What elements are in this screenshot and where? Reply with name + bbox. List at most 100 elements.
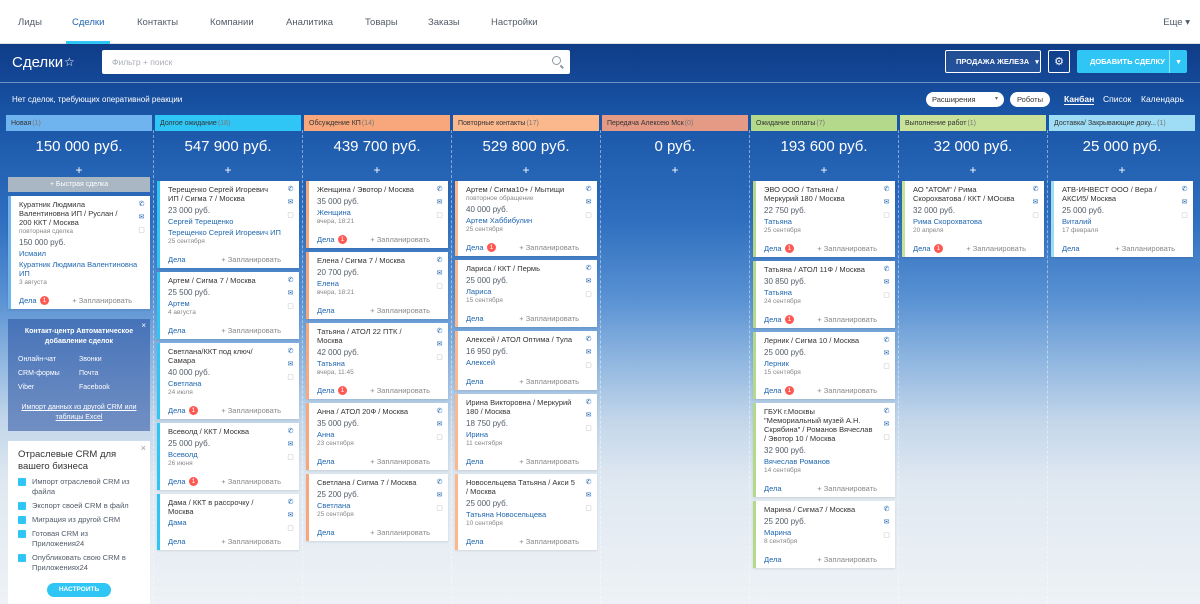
deal-card[interactable]: Светлана/ККТ под ключ/ Самара 40 000 руб.…	[157, 343, 299, 419]
phone-icon[interactable]: ✆	[1180, 185, 1189, 193]
deal-title[interactable]: Лерник / Сигма 10 / Москва	[764, 336, 887, 345]
deals-link[interactable]: Дела	[764, 555, 782, 564]
chat-icon[interactable]: ▢	[286, 453, 295, 461]
deal-card[interactable]: Ирина Викторовна / Меркурий 180 / Москва…	[455, 394, 597, 470]
deal-contact-link[interactable]: Анна	[317, 430, 440, 439]
deal-contact-link[interactable]: Дама	[168, 518, 291, 527]
mail-icon[interactable]: ✉	[435, 269, 444, 277]
add-deal-plus-icon[interactable]: +	[1049, 163, 1195, 177]
channel-link[interactable]: Facebook	[79, 381, 140, 395]
mail-icon[interactable]: ✉	[882, 349, 891, 357]
close-icon[interactable]: ×	[141, 443, 146, 453]
phone-icon[interactable]: ✆	[435, 407, 444, 415]
deal-card[interactable]: АТВ-ИНВЕСТ ООО / Вера / АКСИ5/ Москва 25 …	[1051, 181, 1193, 257]
phone-icon[interactable]: ✆	[584, 398, 593, 406]
deals-link[interactable]: Дела	[466, 537, 484, 546]
deal-title[interactable]: Татьяна / АТОЛ 11Ф / Москва	[764, 265, 887, 274]
deal-card[interactable]: ЭВО ООО / Татьяна / Меркурий 180 / Москв…	[753, 181, 895, 257]
deal-title[interactable]: Ирина Викторовна / Меркурий 180 / Москва	[466, 398, 589, 416]
phone-icon[interactable]: ✆	[435, 327, 444, 335]
deal-card[interactable]: Новосельцева Татьяна / Акси 5 / Москва 25…	[455, 474, 597, 550]
deal-contact-link[interactable]: Артем Хаббибулин	[466, 216, 589, 225]
deal-card[interactable]: Алексей / АТОЛ Оптима / Тула 16 950 руб. А…	[455, 331, 597, 390]
phone-icon[interactable]: ✆	[882, 265, 891, 273]
mail-icon[interactable]: ✉	[584, 491, 593, 499]
deal-contact-link[interactable]: Рима Скорохватова	[913, 217, 1036, 226]
chat-icon[interactable]: ▢	[286, 524, 295, 532]
deals-link[interactable]: Дела	[913, 244, 931, 253]
mail-icon[interactable]: ✉	[584, 411, 593, 419]
deals-link[interactable]: Дела	[317, 457, 335, 466]
deals-link[interactable]: Дела	[19, 296, 37, 305]
deal-contact-link[interactable]: Ирина	[466, 430, 589, 439]
mail-icon[interactable]: ✉	[435, 340, 444, 348]
channel-link[interactable]: Звонки	[79, 353, 140, 367]
plan-link[interactable]: + Запланировать	[221, 255, 281, 264]
nav-companies[interactable]: Компании	[210, 17, 254, 28]
deal-title[interactable]: Марина / Сигма7 / Москва	[764, 505, 887, 514]
plan-link[interactable]: + Запланировать	[519, 377, 579, 386]
mail-icon[interactable]: ✉	[584, 277, 593, 285]
plan-link[interactable]: + Запланировать	[370, 528, 430, 537]
deals-link[interactable]: Дела	[764, 484, 782, 493]
nav-orders[interactable]: Заказы	[428, 17, 460, 28]
plan-link[interactable]: + Запланировать	[817, 244, 877, 253]
plan-link[interactable]: + Запланировать	[221, 477, 281, 486]
add-deal-plus-icon[interactable]: +	[751, 163, 897, 177]
chevron-down-icon[interactable]: ▾	[1169, 50, 1187, 73]
close-icon[interactable]: ×	[141, 321, 146, 330]
plan-link[interactable]: + Запланировать	[519, 314, 579, 323]
phone-icon[interactable]: ✆	[435, 478, 444, 486]
plan-link[interactable]: + Запланировать	[817, 555, 877, 564]
deals-link[interactable]: Дела	[764, 386, 782, 395]
deal-title[interactable]: Всеволд / ККТ / Москва	[168, 427, 291, 436]
column-header[interactable]: Доставка/ Закрывающие доку... (1)	[1049, 115, 1195, 131]
add-deal-plus-icon[interactable]: +	[900, 163, 1046, 177]
deal-card[interactable]: Светлана / Сигма 7 / Москва 25 200 руб. Св…	[306, 474, 448, 541]
view-calendar[interactable]: Календарь	[1141, 94, 1184, 104]
chat-icon[interactable]: ▢	[286, 373, 295, 381]
robots-button[interactable]: Роботы	[1010, 92, 1050, 107]
plan-link[interactable]: + Запланировать	[519, 243, 579, 252]
plan-link[interactable]: + Запланировать	[370, 235, 430, 244]
column-header[interactable]: Передача Алексею Мск (0)	[602, 115, 748, 131]
chat-icon[interactable]: ▢	[435, 353, 444, 361]
deal-contact-link[interactable]: Исмаил	[19, 249, 142, 258]
mail-icon[interactable]: ✉	[882, 420, 891, 428]
mail-icon[interactable]: ✉	[435, 198, 444, 206]
column-header[interactable]: Новая (1)	[6, 115, 152, 131]
deals-link[interactable]: Дела	[168, 477, 186, 486]
plan-link[interactable]: + Запланировать	[370, 306, 430, 315]
add-deal-plus-icon[interactable]: +	[304, 163, 450, 177]
phone-icon[interactable]: ✆	[882, 336, 891, 344]
chat-icon[interactable]: ▢	[882, 291, 891, 299]
chat-icon[interactable]: ▢	[1031, 211, 1040, 219]
industry-option[interactable]: Импорт отраслевой CRM из файла	[18, 477, 140, 497]
deal-title[interactable]: Татьяна / АТОЛ 22 ПТК / Москва	[317, 327, 440, 345]
deals-link[interactable]: Дела	[317, 235, 335, 244]
phone-icon[interactable]: ✆	[286, 347, 295, 355]
search-input[interactable]: Фильтр + поиск	[102, 50, 570, 74]
deal-card[interactable]: Артем / Сигма10+ / Мытищи повторное обращ…	[455, 181, 597, 256]
view-list[interactable]: Список	[1103, 94, 1131, 104]
deals-link[interactable]: Дела	[466, 243, 484, 252]
industry-option[interactable]: Готовая CRM из Приложения24	[18, 529, 140, 549]
mail-icon[interactable]: ✉	[286, 440, 295, 448]
deal-card[interactable]: Елена / Сигма 7 / Москва 20 700 руб. Елена…	[306, 252, 448, 319]
deal-card[interactable]: Всеволд / ККТ / Москва 25 000 руб. Всеволд…	[157, 423, 299, 490]
phone-icon[interactable]: ✆	[584, 478, 593, 486]
deal-contact-link[interactable]: Вячеслав Романов	[764, 457, 887, 466]
deal-title[interactable]: Женщина / Эвотор / Москва	[317, 185, 440, 194]
plan-link[interactable]: + Запланировать	[72, 296, 132, 305]
deal-title[interactable]: Анна / АТОЛ 20Ф / Москва	[317, 407, 440, 416]
view-kanban[interactable]: Канбан	[1064, 94, 1095, 105]
deal-contact-link[interactable]: Татьяна	[317, 359, 440, 368]
mail-icon[interactable]: ✉	[584, 348, 593, 356]
phone-icon[interactable]: ✆	[584, 335, 593, 343]
channel-link[interactable]: Viber	[18, 381, 79, 395]
search-icon[interactable]	[552, 56, 561, 65]
chat-icon[interactable]: ▢	[584, 504, 593, 512]
plan-link[interactable]: + Запланировать	[817, 386, 877, 395]
deal-title[interactable]: ГБУК г.Москвы "Мемориальный музей А.Н. С…	[764, 407, 887, 443]
deal-title[interactable]: Светлана / Сигма 7 / Москва	[317, 478, 440, 487]
